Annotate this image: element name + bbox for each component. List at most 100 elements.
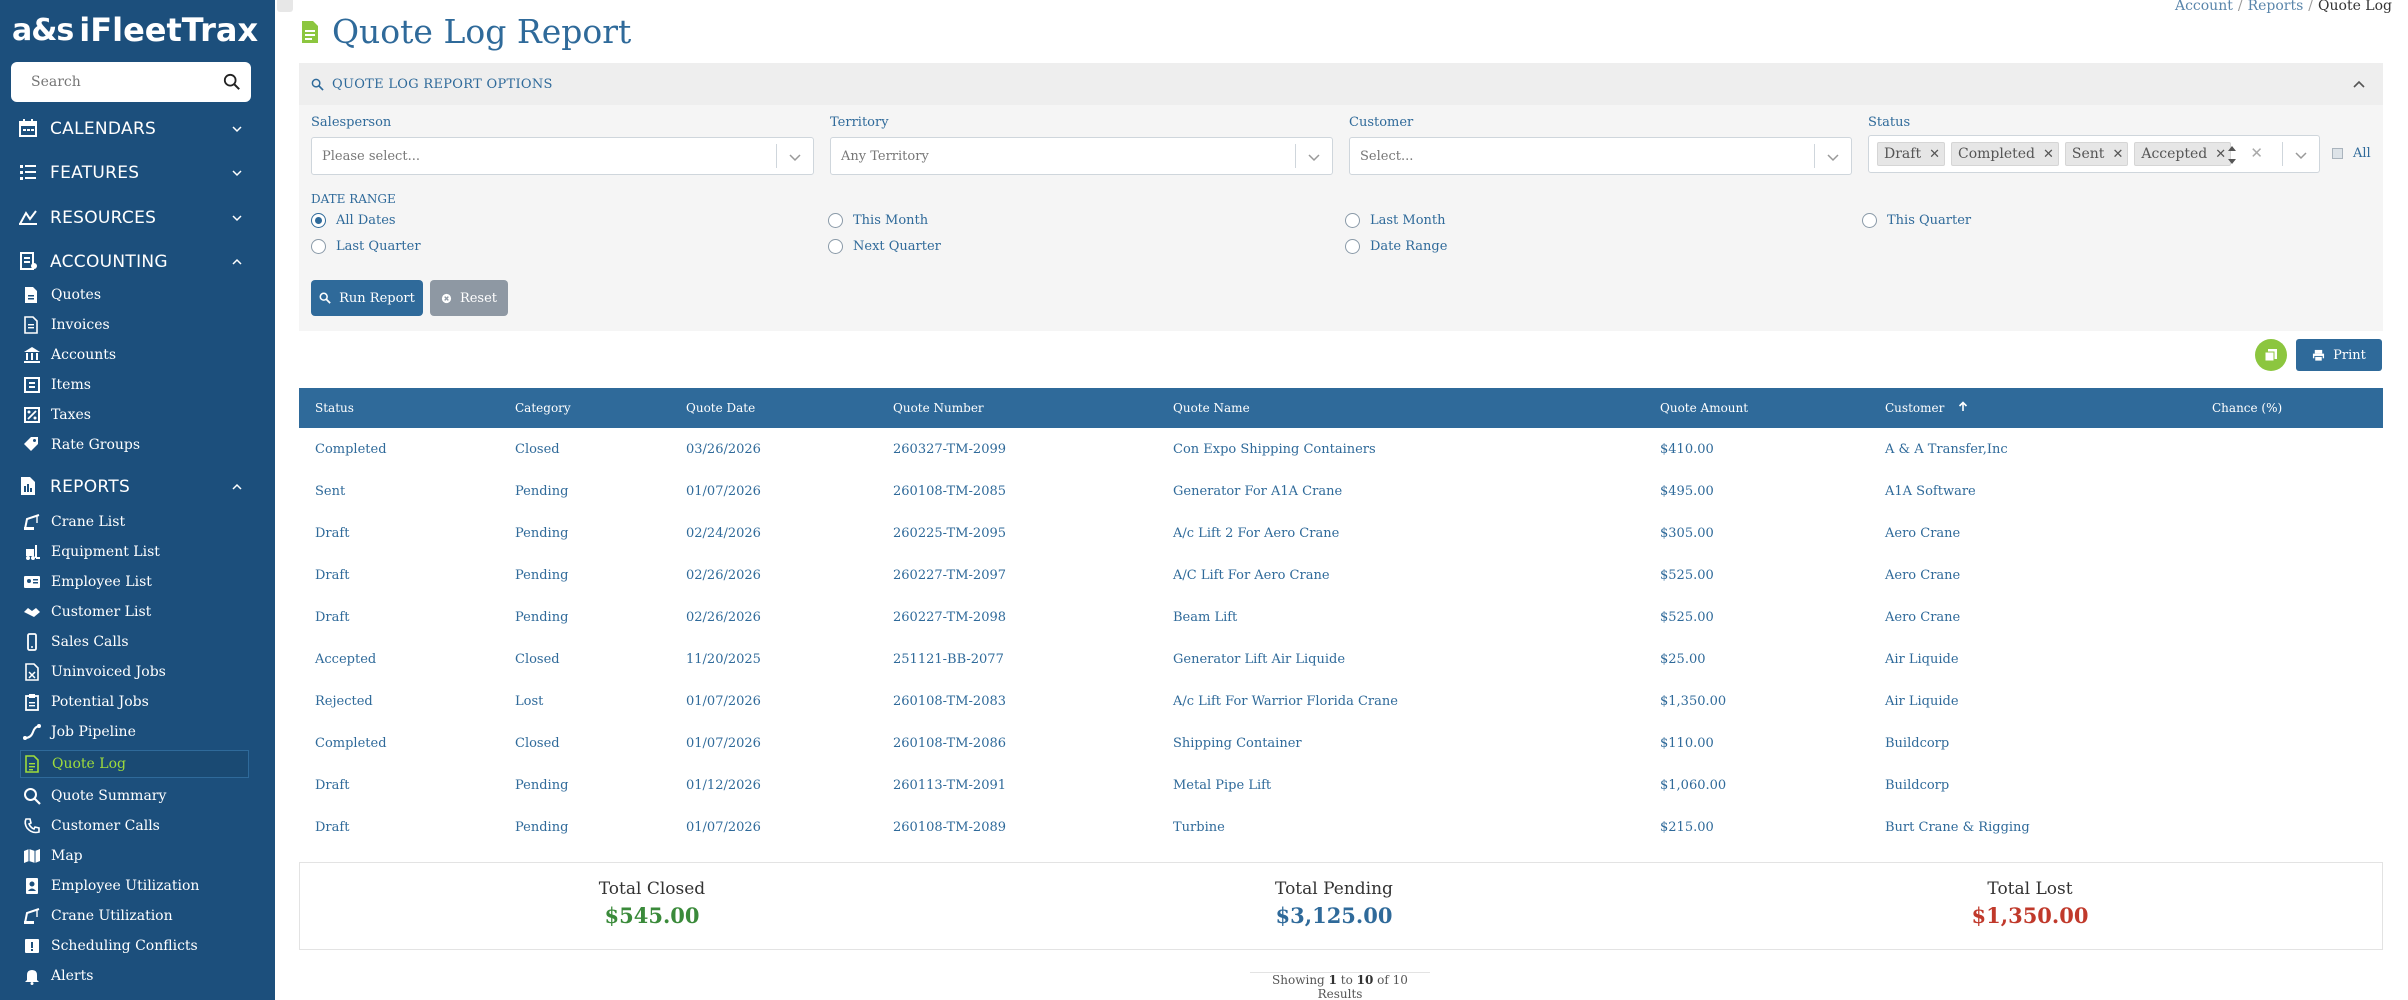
sidebar-item-customer-calls[interactable]: Customer Calls <box>0 812 275 840</box>
radio-circle[interactable] <box>311 239 326 254</box>
total-lost: Total Lost $1,350.00 <box>1880 879 2180 928</box>
table-row[interactable]: Rejected Lost 01/07/2026 260108-TM-2083 A/c … <box>299 680 2383 722</box>
sidebar-item-taxes[interactable]: Taxes <box>0 401 275 429</box>
table-row[interactable]: Completed Closed 01/07/2026 260108-TM-2086 S… <box>299 722 2383 764</box>
table-row[interactable]: Sent Pending 01/07/2026 260108-TM-2085 Gener… <box>299 470 2383 512</box>
sidebar-item-uninvoiced-jobs[interactable]: Uninvoiced Jobs <box>0 658 275 686</box>
breadcrumb-reports[interactable]: Reports <box>2248 0 2304 14</box>
search-input[interactable] <box>31 74 223 90</box>
export-excel-button[interactable] <box>2255 339 2287 371</box>
radio-circle[interactable] <box>828 239 843 254</box>
remove-tag-icon[interactable]: ✕ <box>2112 147 2123 162</box>
column-header-chance[interactable]: Chance (%) <box>2196 388 2383 428</box>
nav-section-features[interactable]: FEATURES <box>0 156 275 190</box>
cell-quote-number[interactable]: 260227-TM-2098 <box>877 596 1157 638</box>
search-icon[interactable] <box>223 73 241 91</box>
radio-this-month[interactable]: This Month <box>828 213 928 228</box>
cell-quote-number[interactable]: 260108-TM-2083 <box>877 680 1157 722</box>
radio-circle[interactable] <box>1345 239 1360 254</box>
cell-quote-number[interactable]: 260327-TM-2099 <box>877 428 1157 470</box>
column-header-status[interactable]: Status <box>299 388 499 428</box>
sidebar-item-employee-list[interactable]: Employee List <box>0 568 275 596</box>
sidebar-item-crane-utilization[interactable]: Crane Utilization <box>0 902 275 930</box>
radio-circle[interactable] <box>828 213 843 228</box>
status-all-checkbox[interactable]: All <box>2332 146 2371 161</box>
remove-tag-icon[interactable]: ✕ <box>2215 147 2226 162</box>
print-button[interactable]: Print <box>2296 339 2382 371</box>
sidebar-item-alerts[interactable]: Alerts <box>0 962 275 990</box>
table-row[interactable]: Completed Closed 03/26/2026 260327-TM-2099 C… <box>299 428 2383 470</box>
radio-circle[interactable] <box>1345 213 1360 228</box>
radio-next-quarter[interactable]: Next Quarter <box>828 239 941 254</box>
radio-circle[interactable] <box>1862 213 1877 228</box>
sidebar-item-quotes[interactable]: Quotes <box>0 281 275 309</box>
reset-button[interactable]: Reset <box>430 280 508 316</box>
sidebar-item-invoices[interactable]: Invoices <box>0 311 275 339</box>
radio-last-month[interactable]: Last Month <box>1345 213 1446 228</box>
remove-tag-icon[interactable]: ✕ <box>2043 147 2054 162</box>
table-row[interactable]: Draft Pending 02/26/2026 260227-TM-2098 Beam… <box>299 596 2383 638</box>
sidebar-item-customer-list[interactable]: Customer List <box>0 598 275 626</box>
sidebar-item-employee-utilization[interactable]: Employee Utilization <box>0 872 275 900</box>
cell-quote-number[interactable]: 260108-TM-2086 <box>877 722 1157 764</box>
sidebar-item-map[interactable]: Map <box>0 842 275 870</box>
breadcrumb-account[interactable]: Account <box>2175 0 2233 14</box>
app-logo[interactable]: a&s iFleetTrax <box>12 8 258 52</box>
cell-quote-number[interactable]: 260227-TM-2097 <box>877 554 1157 596</box>
sidebar-collapse-toggle[interactable] <box>277 0 293 12</box>
status-multiselect[interactable]: Draft ✕ Completed ✕ Sent ✕ Accepted ✕ ✕ <box>1868 135 2320 173</box>
chevron-up-icon[interactable] <box>2351 76 2367 92</box>
nav-section-calendars[interactable]: CALENDARS <box>0 112 275 146</box>
radio-circle[interactable] <box>311 213 326 228</box>
nav-section-reports[interactable]: REPORTS <box>0 470 275 504</box>
table-row[interactable]: Draft Pending 02/26/2026 260227-TM-2097 A/C … <box>299 554 2383 596</box>
salesperson-select[interactable]: Please select... <box>311 137 814 175</box>
cell-quote-number[interactable]: 260108-TM-2085 <box>877 470 1157 512</box>
radio-last-quarter[interactable]: Last Quarter <box>311 239 421 254</box>
territory-select[interactable]: Any Territory <box>830 137 1333 175</box>
run-report-button[interactable]: Run Report <box>311 280 423 316</box>
sidebar-item-potential-jobs[interactable]: Potential Jobs <box>0 688 275 716</box>
sidebar-item-items[interactable]: Items <box>0 371 275 399</box>
table-row[interactable]: Draft Pending 01/07/2026 260108-TM-2089 Turb… <box>299 806 2383 848</box>
customer-select[interactable]: Select... <box>1349 137 1852 175</box>
sidebar-item-job-pipeline[interactable]: Job Pipeline <box>0 718 275 746</box>
column-header-quote-number[interactable]: Quote Number <box>877 388 1157 428</box>
sidebar-item-scheduling-conflicts[interactable]: Scheduling Conflicts <box>0 932 275 960</box>
nav-section-accounting[interactable]: ACCOUNTING <box>0 245 275 279</box>
radio-this-quarter[interactable]: This Quarter <box>1862 213 1971 228</box>
chevron-down-icon[interactable] <box>1307 150 1321 164</box>
remove-tag-icon[interactable]: ✕ <box>1929 147 1940 162</box>
column-header-quote-date[interactable]: Quote Date <box>670 388 877 428</box>
column-header-quote-name[interactable]: Quote Name <box>1157 388 1644 428</box>
cell-quote-number[interactable]: 260113-TM-2091 <box>877 764 1157 806</box>
radio-label: This Month <box>853 213 929 228</box>
column-header-quote-amount[interactable]: Quote Amount <box>1644 388 1869 428</box>
sidebar-item-equipment-list[interactable]: Equipment List <box>0 538 275 566</box>
cell-quote-number[interactable]: 251121-BB-2077 <box>877 638 1157 680</box>
nav-section-resources[interactable]: RESOURCES <box>0 201 275 235</box>
cell-chance <box>2196 554 2383 596</box>
column-header-category[interactable]: Category <box>499 388 670 428</box>
radio-date-range[interactable]: Date Range <box>1345 239 1447 254</box>
sidebar-item-sales-calls[interactable]: Sales Calls <box>0 628 275 656</box>
tag-scroll-icon[interactable] <box>2227 144 2237 166</box>
clear-all-icon[interactable]: ✕ <box>2250 144 2263 162</box>
chevron-down-icon[interactable] <box>2294 148 2308 162</box>
report-options-header[interactable]: QUOTE LOG REPORT OPTIONS <box>299 63 2383 105</box>
radio-all-dates[interactable]: All Dates <box>311 213 396 228</box>
chevron-down-icon[interactable] <box>788 150 802 164</box>
chevron-down-icon[interactable] <box>1826 150 1840 164</box>
sidebar-item-rate-groups[interactable]: Rate Groups <box>0 431 275 459</box>
checkbox-box[interactable] <box>2332 148 2343 159</box>
table-row[interactable]: Accepted Closed 11/20/2025 251121-BB-2077 Ge… <box>299 638 2383 680</box>
sidebar-item-accounts[interactable]: Accounts <box>0 341 275 369</box>
table-row[interactable]: Draft Pending 02/24/2026 260225-TM-2095 A/c … <box>299 512 2383 554</box>
sidebar-item-crane-list[interactable]: Crane List <box>0 508 275 536</box>
column-header-customer[interactable]: Customer <box>1869 388 2196 428</box>
cell-quote-number[interactable]: 260108-TM-2089 <box>877 806 1157 848</box>
sidebar-item-quote-summary[interactable]: Quote Summary <box>0 782 275 810</box>
table-row[interactable]: Draft Pending 01/12/2026 260113-TM-2091 Meta… <box>299 764 2383 806</box>
cell-quote-number[interactable]: 260225-TM-2095 <box>877 512 1157 554</box>
sidebar-item-quote-log[interactable]: Quote Log <box>20 750 249 778</box>
